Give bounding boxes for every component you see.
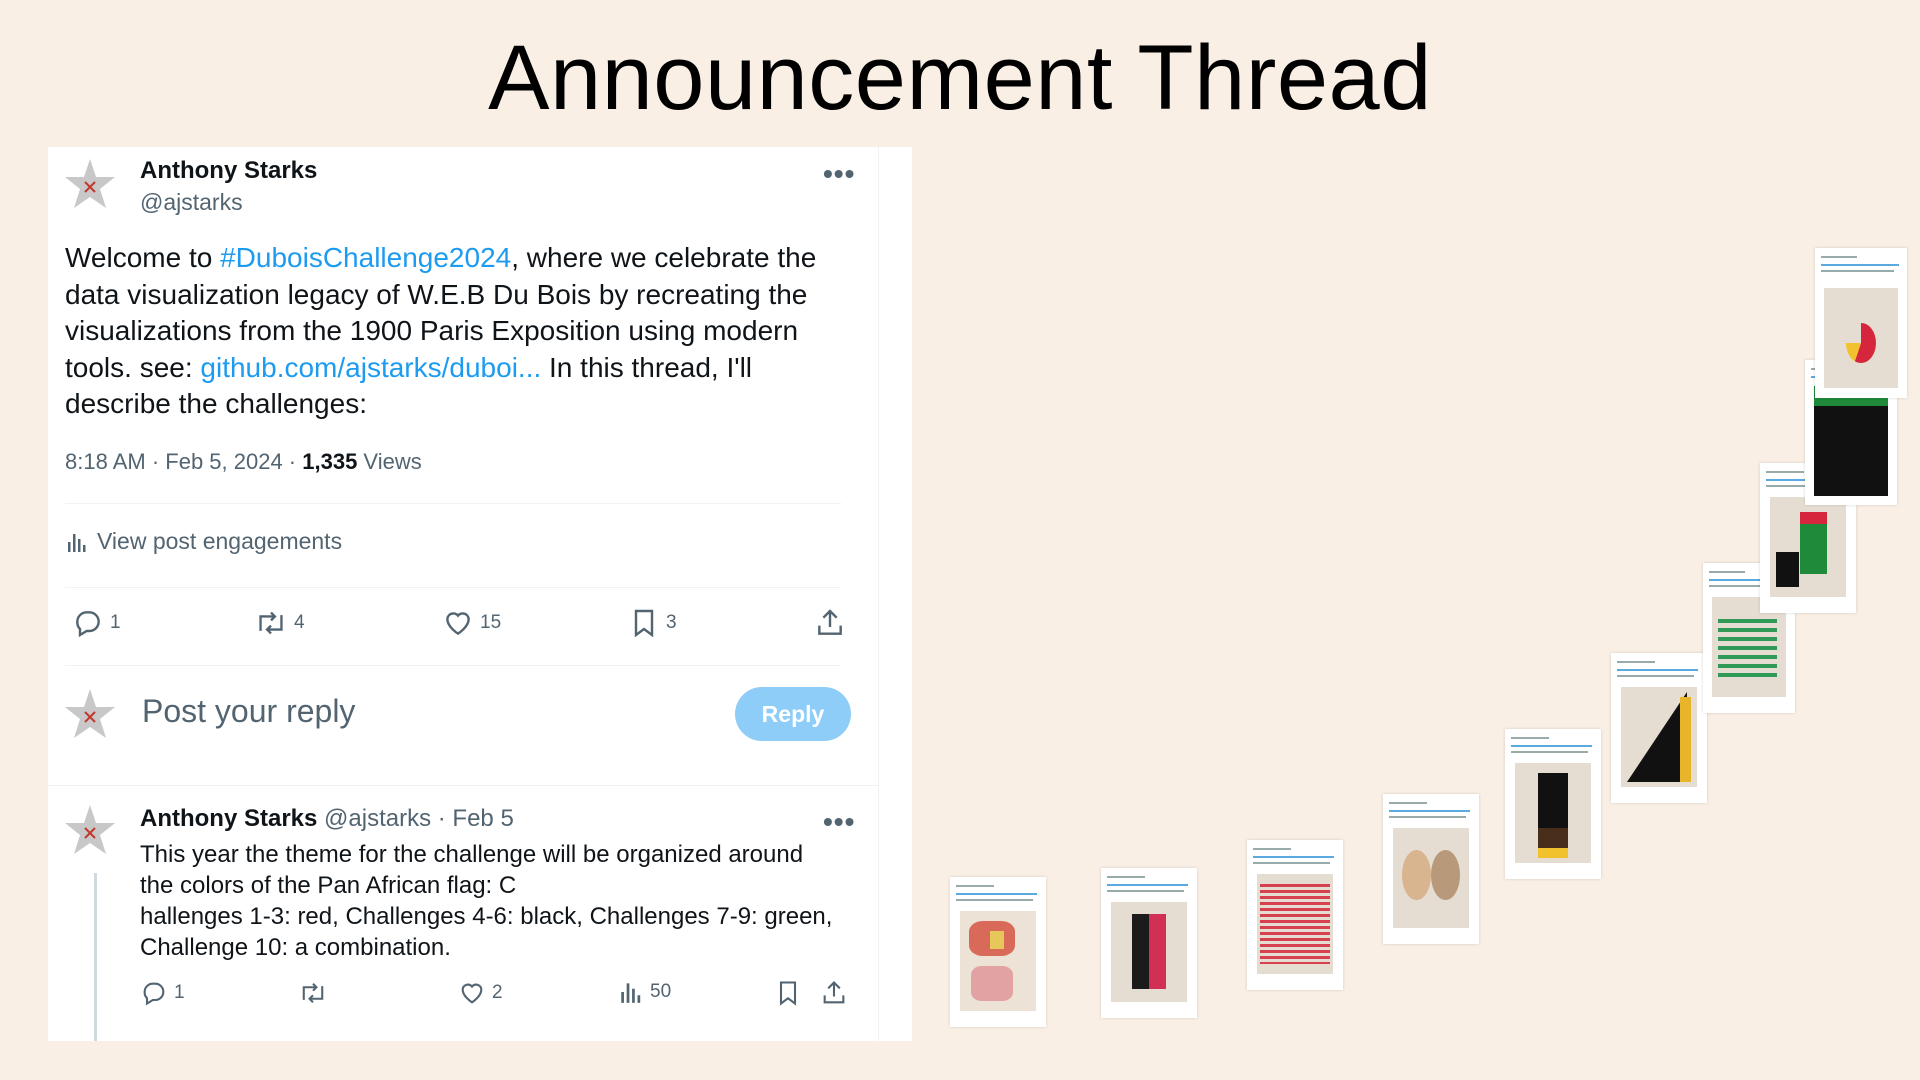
- thread-reply-text: This year the theme for the challenge wi…: [140, 839, 870, 963]
- thumbnail-challenge-2: [1101, 868, 1197, 1018]
- views-label: Views: [357, 449, 422, 474]
- reply-button[interactable]: 1: [140, 979, 185, 1007]
- slide-title: Announcement Thread: [488, 27, 1432, 129]
- tweet-detail: Anthony Starks @ajstarks ••• Welcome to …: [48, 147, 879, 1041]
- reply-text-line: Challenge 10: a combination.: [140, 934, 451, 961]
- share-icon: [823, 981, 845, 1004]
- like-icon: [461, 983, 483, 1004]
- reply-author-name[interactable]: Anthony Starks: [140, 805, 317, 832]
- like-button[interactable]: 15: [442, 607, 501, 639]
- reply-author-handle-date[interactable]: @ajstarks · Feb 5: [317, 805, 514, 832]
- reply-button[interactable]: 1: [72, 607, 121, 639]
- github-link[interactable]: github.com/ajstarks/duboi...: [200, 352, 541, 383]
- thumbnail-challenge-7: [1703, 563, 1795, 713]
- tweet-text-before: Welcome to: [65, 242, 221, 273]
- reply-text-line: This year the theme for the challenge wi…: [140, 841, 804, 868]
- more-icon[interactable]: •••: [823, 160, 855, 188]
- like-button[interactable]: 2: [458, 979, 503, 1007]
- bookmark-button[interactable]: 3: [628, 607, 677, 639]
- author-name[interactable]: Anthony Starks: [140, 157, 317, 185]
- star-avatar-icon[interactable]: [63, 803, 117, 857]
- analytics-icon: [621, 983, 641, 1003]
- reply-text-line: the colors of the Pan African flag: C: [140, 872, 517, 899]
- share-button[interactable]: [820, 979, 848, 1007]
- like-count: 2: [492, 982, 503, 1003]
- reply-count: 1: [110, 612, 121, 633]
- analytics-icon: [68, 533, 86, 552]
- share-icon: [818, 609, 842, 635]
- thread-line: [94, 873, 97, 1041]
- views-count: 1,335: [302, 449, 358, 474]
- reply-text-line: hallenges 1-3: red, Challenges 4-6: blac…: [140, 903, 833, 930]
- thread-reply-header: Anthony Starks @ajstarks · Feb 5: [140, 805, 514, 833]
- repost-icon: [302, 983, 324, 1003]
- reply-input[interactable]: Post your reply: [142, 693, 355, 730]
- reply-submit-button[interactable]: Reply: [735, 687, 851, 741]
- engagements-label: View post engagements: [97, 528, 343, 554]
- like-count: 15: [480, 612, 502, 633]
- view-engagements-link[interactable]: View post engagements: [65, 528, 342, 555]
- more-icon[interactable]: •••: [823, 808, 855, 836]
- bookmark-icon: [634, 609, 654, 638]
- thumbnail-challenge-5: [1505, 729, 1601, 879]
- tweet-timestamp[interactable]: 8:18 AM · Feb 5, 2024 ·: [65, 449, 302, 474]
- views-button[interactable]: 50: [618, 979, 671, 1005]
- repost-count: 4: [294, 612, 305, 633]
- like-icon: [446, 612, 470, 636]
- thumbnail-challenge-9: [1805, 360, 1897, 505]
- views-count: 50: [650, 981, 672, 1002]
- hashtag-link[interactable]: #DuboisChallenge2024: [220, 242, 511, 273]
- thumbnail-challenge-3: [1247, 840, 1343, 990]
- divider: [48, 785, 878, 786]
- star-avatar-icon[interactable]: [63, 157, 117, 211]
- reply-icon: [143, 982, 165, 1006]
- divider: [65, 503, 841, 504]
- thumbnail-challenge-4: [1383, 794, 1479, 944]
- author-handle[interactable]: @ajstarks: [140, 189, 243, 216]
- bookmark-button[interactable]: [774, 979, 802, 1007]
- divider: [65, 587, 841, 588]
- star-avatar-icon: [65, 689, 115, 738]
- reply-icon: [76, 611, 100, 638]
- repost-button[interactable]: [298, 979, 334, 1007]
- bookmark-count: 3: [666, 612, 677, 633]
- repost-button[interactable]: 4: [254, 607, 305, 639]
- thumbnail-challenge-1: [950, 877, 1046, 1027]
- thumbnail-challenge-6: [1611, 653, 1707, 803]
- thumbnail-challenge-8: [1760, 463, 1856, 613]
- divider: [65, 665, 841, 666]
- tweet-panel: Anthony Starks @ajstarks ••• Welcome to …: [48, 147, 912, 1041]
- reply-count: 1: [174, 982, 185, 1003]
- repost-icon: [259, 611, 283, 635]
- share-button[interactable]: [814, 607, 846, 639]
- bookmark-icon: [779, 981, 797, 1006]
- tweet-meta: 8:18 AM · Feb 5, 2024 · 1,335 Views: [65, 449, 422, 475]
- thumbnail-challenge-10: [1815, 248, 1907, 398]
- tweet-text: Welcome to #DuboisChallenge2024, where w…: [65, 240, 845, 423]
